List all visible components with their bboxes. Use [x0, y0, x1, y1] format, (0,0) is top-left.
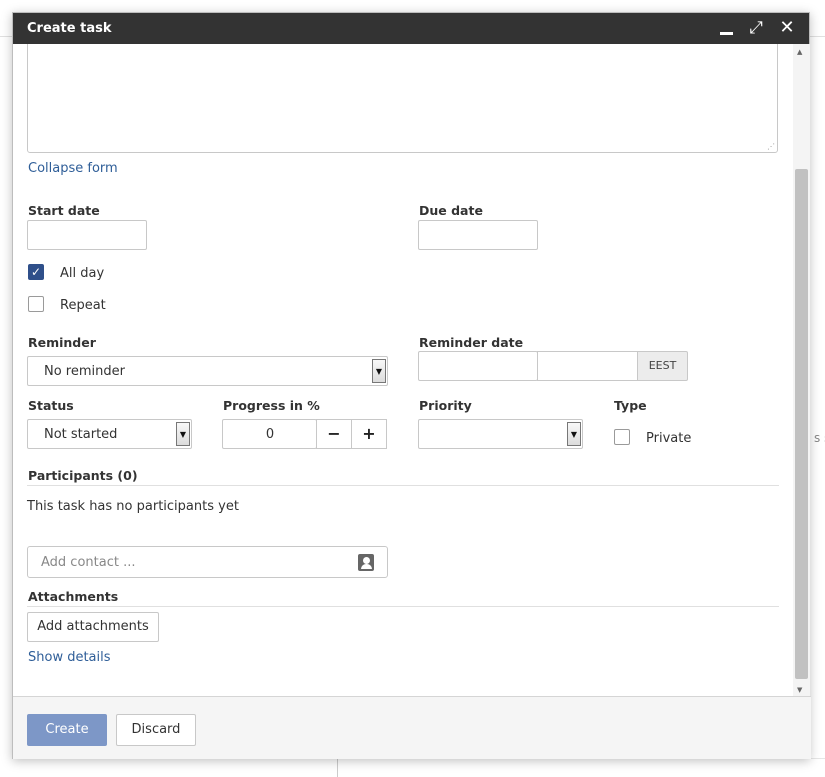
reminder-select[interactable]: No reminder ▼ — [27, 356, 388, 386]
participants-divider — [27, 485, 779, 486]
attachments-heading: Attachments — [28, 589, 119, 604]
progress-increment-button[interactable]: + — [351, 419, 387, 449]
due-date-label: Due date — [419, 203, 483, 218]
address-book-icon[interactable] — [358, 554, 374, 571]
private-label: Private — [646, 431, 692, 446]
priority-select[interactable]: ▼ — [418, 419, 583, 449]
start-date-input[interactable] — [27, 220, 147, 250]
close-icon[interactable]: ✕ — [776, 17, 798, 39]
scroll-down-icon[interactable]: ▼ — [797, 686, 802, 694]
priority-label: Priority — [419, 398, 472, 413]
collapse-form-link[interactable]: Collapse form — [28, 161, 118, 176]
status-select-value: Not started — [44, 427, 118, 442]
type-label: Type — [614, 398, 647, 413]
scrollbar-thumb[interactable] — [795, 169, 808, 679]
vertical-scrollbar[interactable]: ▲ ▼ — [793, 44, 810, 696]
background-partial-text: s so — [814, 431, 825, 445]
create-button[interactable]: Create — [27, 714, 107, 746]
private-checkbox[interactable] — [614, 429, 630, 445]
timezone-button[interactable]: EEST — [637, 351, 688, 381]
progress-label: Progress in % — [223, 398, 320, 413]
add-contact-placeholder: Add contact ... — [41, 555, 136, 570]
create-task-dialog: Create task ⤢ ✕ ⋰ Collapse form Start da… — [12, 12, 811, 759]
reminder-select-value: No reminder — [44, 364, 125, 379]
repeat-checkbox[interactable] — [28, 296, 44, 312]
reminder-label: Reminder — [28, 335, 96, 350]
expand-icon[interactable]: ⤢ — [745, 17, 767, 39]
repeat-label: Repeat — [60, 298, 106, 313]
dialog-footer: Create Discard — [13, 696, 811, 759]
participants-heading: Participants (0) — [28, 468, 138, 483]
start-date-label: Start date — [28, 203, 100, 218]
dialog-title: Create task — [27, 21, 112, 36]
chevron-down-icon: ▼ — [372, 359, 386, 383]
progress-decrement-button[interactable]: − — [316, 419, 352, 449]
progress-value: 0 — [265, 427, 275, 442]
discard-button[interactable]: Discard — [116, 714, 196, 746]
add-attachments-button[interactable]: Add attachments — [27, 612, 159, 642]
background-column-divider — [337, 758, 338, 777]
reminder-time-input[interactable] — [537, 351, 638, 381]
add-contact-input[interactable]: Add contact ... — [27, 546, 388, 578]
reminder-date-label: Reminder date — [419, 335, 524, 350]
resize-grip-icon[interactable]: ⋰ — [767, 143, 775, 151]
dialog-body: ⋰ Collapse form Start date Due date ✓ Al… — [13, 44, 811, 696]
minimize-icon[interactable] — [715, 17, 737, 39]
scroll-up-icon[interactable]: ▲ — [797, 48, 802, 56]
progress-input[interactable]: 0 — [222, 419, 317, 449]
dialog-titlebar[interactable]: Create task ⤢ ✕ — [13, 13, 809, 44]
chevron-down-icon: ▼ — [176, 422, 190, 446]
attachments-divider — [27, 606, 779, 607]
all-day-label: All day — [60, 266, 105, 281]
description-textarea[interactable]: ⋰ — [27, 44, 778, 153]
all-day-checkbox[interactable]: ✓ — [28, 264, 44, 280]
due-date-input[interactable] — [418, 220, 538, 250]
show-details-link[interactable]: Show details — [28, 650, 111, 665]
chevron-down-icon: ▼ — [567, 422, 581, 446]
reminder-date-input[interactable] — [418, 351, 538, 381]
status-select[interactable]: Not started ▼ — [27, 419, 192, 449]
status-label: Status — [28, 398, 74, 413]
participants-empty-text: This task has no participants yet — [27, 499, 239, 514]
